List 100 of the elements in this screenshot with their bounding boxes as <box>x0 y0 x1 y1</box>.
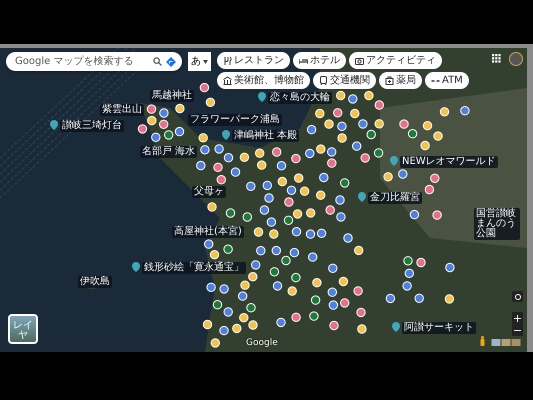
map-pin-icon[interactable] <box>348 94 358 104</box>
map-pin-icon[interactable] <box>269 229 278 239</box>
map-pin-icon[interactable] <box>196 160 206 170</box>
map-pin-icon[interactable] <box>460 106 470 116</box>
map-pin-icon[interactable] <box>242 212 252 222</box>
map-pin-icon[interactable] <box>219 284 229 294</box>
locate-button[interactable] <box>512 291 523 302</box>
map-pin-icon[interactable] <box>343 233 353 243</box>
map-pin-icon[interactable] <box>294 173 304 183</box>
map-pin-icon[interactable] <box>300 186 310 196</box>
category-chip[interactable]: ATM <box>425 72 469 89</box>
map-pin-icon[interactable] <box>266 217 276 227</box>
map-pin-icon[interactable] <box>432 210 442 220</box>
map-pin-icon[interactable] <box>146 104 156 114</box>
category-chip[interactable]: 美術館、博物館 <box>217 72 310 89</box>
map-pin-icon[interactable] <box>306 229 316 239</box>
map-pin-icon[interactable] <box>175 104 185 114</box>
search-icon[interactable] <box>153 57 162 66</box>
map-pin-icon[interactable] <box>288 286 297 296</box>
map-pin-icon[interactable] <box>284 216 294 225</box>
map-pin-icon[interactable] <box>335 195 345 205</box>
map-pin-icon[interactable] <box>338 276 348 286</box>
map-pin-icon[interactable] <box>340 298 350 308</box>
map-pin-icon[interactable] <box>422 121 432 130</box>
map-pin-icon[interactable] <box>305 148 314 158</box>
map-pin-icon[interactable] <box>238 291 248 301</box>
map-pin-icon[interactable] <box>262 180 272 190</box>
map-pin-icon[interactable] <box>350 108 360 118</box>
map-pin-icon[interactable] <box>212 300 222 310</box>
map-pin-icon[interactable] <box>356 308 366 318</box>
map-pin-icon[interactable] <box>310 295 320 305</box>
map-pin-icon[interactable] <box>292 227 302 236</box>
map-pin-icon[interactable] <box>402 281 412 291</box>
map-pin-icon[interactable] <box>374 148 384 158</box>
map-pin-icon[interactable] <box>278 176 287 186</box>
map-pin-icon[interactable] <box>337 122 347 131</box>
map-pin-icon[interactable] <box>327 158 336 168</box>
map-pin-icon[interactable] <box>224 153 234 162</box>
map-pin-icon[interactable] <box>276 161 286 170</box>
map-pin-icon[interactable] <box>147 116 156 126</box>
map-pin-icon[interactable] <box>260 205 270 215</box>
map-pin-icon[interactable] <box>254 227 264 237</box>
map-pin-icon[interactable] <box>204 239 214 249</box>
category-chip[interactable]: 薬局 <box>379 72 422 89</box>
map-pin-icon[interactable] <box>445 262 455 272</box>
map-pin-icon[interactable] <box>316 190 326 200</box>
zoom-out-button[interactable]: − <box>512 324 523 336</box>
map-pin-icon[interactable] <box>291 312 301 322</box>
map-pin-icon[interactable] <box>291 154 301 164</box>
map-pin-icon[interactable] <box>440 107 450 116</box>
map-pin-icon[interactable] <box>270 267 280 276</box>
map-pin-icon[interactable] <box>336 212 346 222</box>
map-pin-icon[interactable] <box>207 202 217 212</box>
layers-button[interactable]: レイヤ <box>8 314 38 344</box>
map-pin-icon[interactable] <box>316 144 326 154</box>
map-pin-icon[interactable] <box>264 193 274 203</box>
map-pin-icon[interactable] <box>312 278 322 288</box>
map-pin-icon[interactable] <box>291 272 301 282</box>
category-chip[interactable]: レストラン <box>217 52 290 69</box>
map-pin-icon[interactable] <box>174 126 184 136</box>
zoom-in-button[interactable]: + <box>512 312 523 324</box>
map-pin-icon[interactable] <box>230 167 240 177</box>
map-pin-icon[interactable] <box>424 184 434 194</box>
map-pin-icon[interactable] <box>202 320 212 330</box>
map-pin-icon[interactable] <box>360 153 370 163</box>
map-pin-icon[interactable] <box>308 252 318 262</box>
map-pin-icon[interactable] <box>286 186 296 195</box>
map-pin-icon[interactable] <box>219 326 229 336</box>
map-pin-icon[interactable] <box>281 256 291 266</box>
category-chip[interactable]: アクティビティ <box>349 52 442 69</box>
map-pin-icon[interactable] <box>206 282 216 292</box>
map-pin-icon[interactable] <box>358 119 368 129</box>
map-pin-icon[interactable] <box>292 209 302 219</box>
map-pin-icon[interactable] <box>386 294 396 304</box>
category-chip[interactable]: 交通機関 <box>313 72 376 89</box>
map-pin-icon[interactable] <box>366 130 376 140</box>
map-pin-icon[interactable] <box>214 144 224 154</box>
input-mode-button[interactable]: あ <box>188 52 211 71</box>
map-pin-icon[interactable] <box>444 294 454 304</box>
map-pin-icon[interactable] <box>306 124 316 134</box>
map-pin-icon[interactable] <box>240 280 250 290</box>
map-pin-icon[interactable] <box>138 124 148 134</box>
map-pin-icon[interactable] <box>352 141 362 151</box>
map-pin-icon[interactable] <box>353 286 363 296</box>
map-pin-icon[interactable] <box>340 178 350 188</box>
map-pin-icon[interactable] <box>329 320 339 330</box>
map-pin-icon[interactable] <box>272 281 282 291</box>
map-pin-icon[interactable] <box>410 210 420 220</box>
map-pin-icon[interactable] <box>364 90 374 100</box>
map-pin-icon[interactable] <box>200 82 210 92</box>
map-pin-icon[interactable] <box>399 119 409 129</box>
map-pin-icon[interactable] <box>324 119 334 129</box>
map-pin-icon[interactable] <box>257 160 266 170</box>
map-pin-icon[interactable] <box>255 148 264 158</box>
map-pin-icon[interactable] <box>328 300 338 310</box>
map-pin-icon[interactable] <box>284 197 294 207</box>
map-pin-icon[interactable] <box>374 100 384 110</box>
map-pin-icon[interactable] <box>433 131 443 141</box>
directions-icon[interactable] <box>166 56 176 66</box>
map-pin-icon[interactable] <box>200 145 210 154</box>
